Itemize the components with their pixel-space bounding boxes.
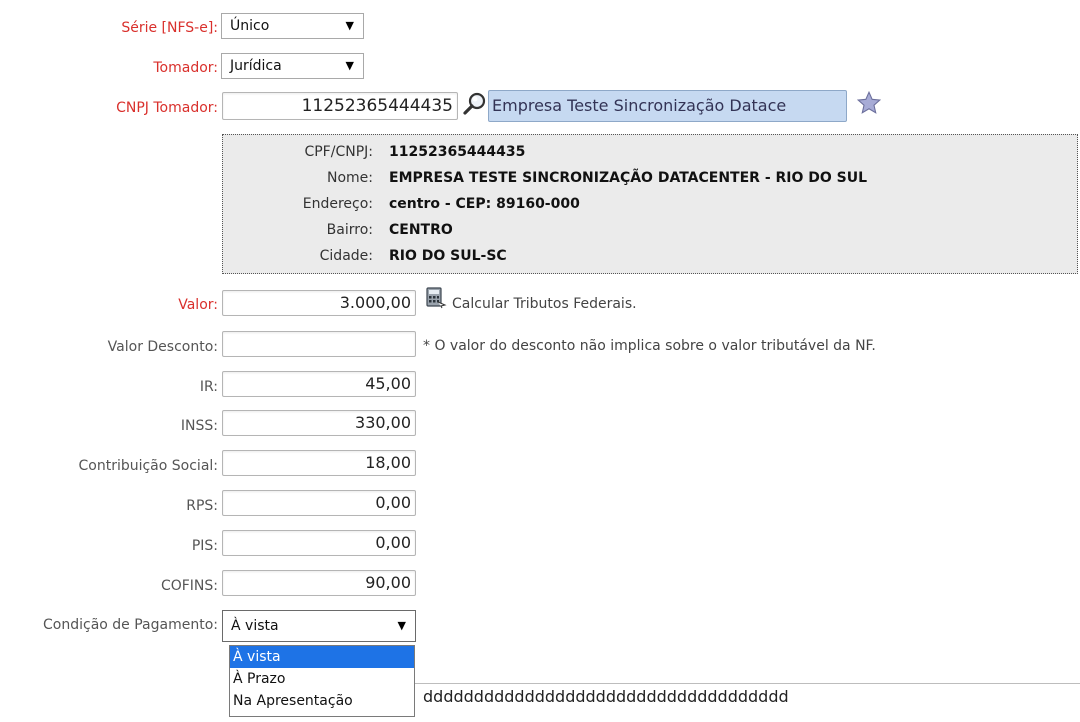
dropdown-option[interactable]: À vista <box>230 646 414 668</box>
desconto-label: Valor Desconto: <box>107 339 218 355</box>
serie-value: Único <box>230 18 270 34</box>
company-name-button[interactable]: Empresa Teste Sincronização Datace <box>488 90 847 122</box>
cofins-input[interactable]: 90,00 <box>222 570 416 596</box>
pagamento-value: À vista <box>231 618 279 634</box>
pis-input[interactable]: 0,00 <box>222 530 416 556</box>
tomador-label: Tomador: <box>153 60 218 76</box>
inss-input[interactable]: 330,00 <box>222 410 416 436</box>
info-key: CPF/CNPJ: <box>304 144 373 160</box>
calculator-icon[interactable] <box>425 287 447 309</box>
cnpj-input[interactable]: 11252365444435 <box>222 92 458 120</box>
ir-input[interactable]: 45,00 <box>222 371 416 397</box>
tomador-value: Jurídica <box>230 58 282 74</box>
inss-label: INSS: <box>180 418 218 434</box>
info-row-endereco: Endereço: centro - CEP: 89160-000 <box>223 196 1077 218</box>
info-row-cidade: Cidade: RIO DO SUL-SC <box>223 248 1077 270</box>
info-value: 11252365444435 <box>389 144 526 160</box>
info-value: RIO DO SUL-SC <box>389 248 507 264</box>
dropdown-arrow-icon: ▼ <box>397 619 406 632</box>
calculate-taxes-link[interactable]: Calcular Tributos Federais. <box>452 296 637 312</box>
valor-label: Valor: <box>178 297 218 313</box>
serie-select[interactable]: Único ▼ <box>221 13 364 39</box>
info-value: centro - CEP: 89160-000 <box>389 196 580 212</box>
tomador-info-panel: CPF/CNPJ: 11252365444435 Nome: EMPRESA T… <box>222 134 1078 274</box>
info-key: Endereço: <box>302 196 373 212</box>
cofins-label: COFINS: <box>160 578 218 594</box>
pagamento-dropdown-list: À vista À Prazo Na Apresentação <box>229 645 415 717</box>
description-field[interactable]: dddddddddddddddddddddddddddddddddddd <box>405 683 1080 711</box>
pagamento-label: Condição de Pagamento: <box>43 617 218 633</box>
info-value: CENTRO <box>389 222 453 238</box>
info-row-nome: Nome: EMPRESA TESTE SINCRONIZAÇÃO DATACE… <box>223 170 1077 192</box>
favorite-star-icon[interactable] <box>856 90 882 116</box>
info-key: Bairro: <box>326 222 373 238</box>
rps-label: RPS: <box>186 498 218 514</box>
serie-label: Série [NFS-e]: <box>121 20 218 36</box>
dropdown-option[interactable]: Na Apresentação <box>230 690 414 712</box>
dropdown-arrow-icon: ▼ <box>345 19 354 32</box>
contribuicao-social-label: Contribuição Social: <box>78 458 218 474</box>
pagamento-select[interactable]: À vista ▼ <box>222 610 416 642</box>
cnpj-label: CNPJ Tomador: <box>116 100 218 116</box>
info-row-bairro: Bairro: CENTRO <box>223 222 1077 244</box>
rps-input[interactable]: 0,00 <box>222 490 416 516</box>
dropdown-option[interactable]: À Prazo <box>230 668 414 690</box>
contribuicao-social-input[interactable]: 18,00 <box>222 450 416 476</box>
search-icon[interactable] <box>462 91 488 117</box>
valor-input[interactable]: 3.000,00 <box>222 290 416 316</box>
desconto-note: * O valor do desconto não implica sobre … <box>423 338 876 354</box>
info-key: Nome: <box>326 170 373 186</box>
info-value: EMPRESA TESTE SINCRONIZAÇÃO DATACENTER -… <box>389 170 868 186</box>
pis-label: PIS: <box>191 538 218 554</box>
dropdown-arrow-icon: ▼ <box>345 59 354 72</box>
desconto-input[interactable] <box>222 331 416 357</box>
tomador-select[interactable]: Jurídica ▼ <box>221 53 364 79</box>
info-row-cpf: CPF/CNPJ: 11252365444435 <box>223 144 1077 166</box>
ir-label: IR: <box>199 379 218 395</box>
info-key: Cidade: <box>319 248 373 264</box>
